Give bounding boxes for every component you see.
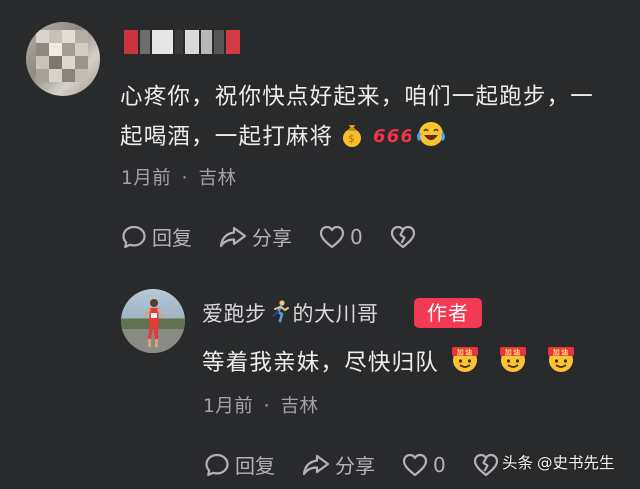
- reply-avatar[interactable]: [121, 289, 185, 353]
- like-count: 0: [350, 224, 363, 249]
- reply-label: 回复: [152, 226, 192, 250]
- reply-icon: [205, 453, 229, 476]
- dislike-button[interactable]: [389, 223, 421, 251]
- svg-text:加油: 加油: [552, 348, 569, 357]
- fighting-icon: 加油: [449, 343, 481, 379]
- reply-button[interactable]: 回复: [203, 450, 275, 479]
- like-count: 0: [433, 452, 446, 477]
- share-icon: [302, 454, 330, 475]
- heart-icon: [402, 453, 428, 476]
- meta-separator: ·: [263, 396, 271, 417]
- comment-action-bar: 回复 分享 0: [120, 222, 447, 251]
- watermark-brand: 头条: [502, 454, 534, 472]
- share-label: 分享: [335, 454, 375, 478]
- meta-separator: ·: [181, 168, 189, 189]
- laugh-cry-icon: [417, 120, 446, 161]
- watermark: 头条 @史书先生: [502, 451, 615, 473]
- share-icon: [219, 226, 247, 247]
- fighting-icon: 加油: [545, 343, 577, 379]
- svg-text:666: 666: [373, 126, 411, 147]
- reply-username-suffix: 的大川哥: [292, 302, 379, 326]
- runner-icon: [269, 299, 291, 328]
- reply-button[interactable]: 回复: [120, 222, 192, 251]
- 666-icon: 666: [371, 121, 413, 161]
- like-button[interactable]: 0: [318, 223, 363, 251]
- commenter-avatar[interactable]: [26, 22, 100, 96]
- runner-photo: [121, 299, 185, 353]
- fighting-icon: 加油: [497, 343, 529, 379]
- money-bag-icon: $: [339, 121, 365, 161]
- reply-location: 吉林: [280, 396, 319, 417]
- share-button[interactable]: 分享: [301, 450, 375, 479]
- like-button[interactable]: 0: [401, 451, 446, 479]
- comment-location: 吉林: [198, 168, 237, 189]
- broken-heart-icon: [473, 453, 498, 476]
- reply-text: 等着我亲妹，尽快归队: [202, 350, 440, 376]
- comment-time: 1月前: [121, 168, 172, 189]
- dislike-button[interactable]: [472, 451, 504, 479]
- svg-text:加油: 加油: [504, 348, 521, 357]
- share-label: 分享: [252, 226, 292, 250]
- reply-time: 1月前: [203, 396, 254, 417]
- broken-heart-icon: [390, 225, 415, 248]
- reply-body: 等着我亲妹，尽快归队 加油 加油 加油: [202, 343, 577, 379]
- reply-meta: 1月前 · 吉林: [203, 392, 318, 418]
- heart-icon: [319, 225, 345, 248]
- share-button[interactable]: 分享: [218, 222, 292, 251]
- reply-icon: [122, 225, 146, 248]
- comment-meta: 1月前 · 吉林: [121, 164, 236, 190]
- svg-text:$: $: [349, 134, 357, 145]
- author-badge: 作者: [414, 298, 482, 328]
- watermark-author: @史书先生: [537, 454, 615, 472]
- reply-label: 回复: [235, 454, 275, 478]
- commenter-username[interactable]: ▖▘▀▝▖▗: [124, 30, 242, 54]
- reply-username[interactable]: 爱跑步 的大川哥: [202, 298, 379, 328]
- comment-body: 心疼你，祝你快点好起来，咱们一起跑步，一起喝酒，一起打麻将 $ 666: [120, 77, 610, 161]
- svg-text:加油: 加油: [456, 348, 473, 357]
- reply-action-bar: 回复 分享 0: [203, 450, 530, 479]
- reply-username-prefix: 爱跑步: [202, 302, 267, 326]
